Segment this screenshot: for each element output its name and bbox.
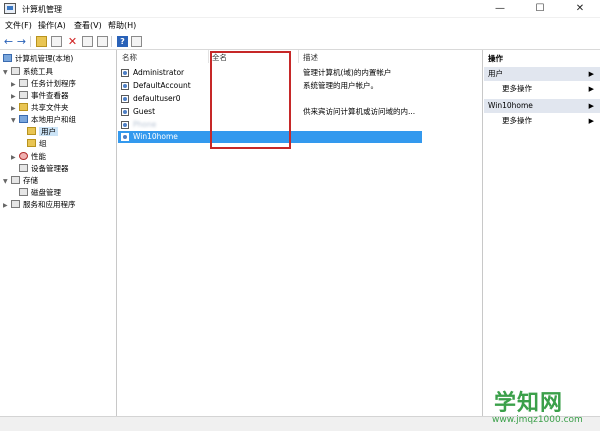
tree-item-users[interactable]: 用户 xyxy=(27,126,58,138)
user-icon xyxy=(121,95,129,103)
user-icon xyxy=(121,82,129,90)
users-icon xyxy=(19,115,28,123)
column-header-description[interactable]: 描述 xyxy=(303,52,318,63)
action-more-actions-win10home[interactable]: 更多操作 xyxy=(502,115,532,127)
toolbar-separator xyxy=(111,36,112,47)
watermark-logo-text: 学知网 xyxy=(494,391,564,416)
user-icon xyxy=(121,108,129,116)
clock-icon xyxy=(19,79,28,87)
title-bar: 计算机管理 — ☐ ✕ xyxy=(0,0,600,18)
action-more-actions-users[interactable]: 更多操作 xyxy=(502,83,532,95)
menu-file[interactable]: 文件(F) xyxy=(5,20,32,31)
back-arrow-icon[interactable]: ← xyxy=(3,36,14,47)
fullname-highlight-box xyxy=(210,51,291,149)
tree-item-services-applications[interactable]: ▶ 服务和应用程序 xyxy=(3,199,76,211)
collapse-chevron-icon[interactable]: ▼ xyxy=(3,67,11,79)
delete-icon[interactable]: ✕ xyxy=(67,36,78,47)
collapse-arrow-icon[interactable]: ▶ xyxy=(589,67,594,81)
export-list-icon[interactable] xyxy=(131,36,142,47)
column-separator[interactable] xyxy=(208,50,209,63)
storage-icon xyxy=(11,176,20,184)
column-header-name[interactable]: 名称 xyxy=(122,52,137,63)
folder-icon xyxy=(27,127,36,135)
show-hide-tree-icon[interactable] xyxy=(51,36,62,47)
properties-icon[interactable] xyxy=(82,36,93,47)
expand-chevron-icon[interactable]: ▶ xyxy=(3,200,11,212)
collapse-chevron-icon[interactable]: ▼ xyxy=(3,176,11,188)
navigation-tree: 计算机管理(本地) ▼ 系统工具 ▶ 任务计划程序 ▶ 事件查看器 ▶ 共享文件夹 ▼ 本… xyxy=(0,50,117,416)
event-log-icon xyxy=(19,91,28,99)
actions-title: 操作 xyxy=(488,54,503,63)
computer-management-icon xyxy=(4,3,16,14)
toolbar-separator xyxy=(30,36,31,47)
help-icon[interactable]: ? xyxy=(117,36,128,47)
submenu-arrow-icon[interactable]: ▶ xyxy=(589,115,594,127)
forward-arrow-icon[interactable]: → xyxy=(16,36,27,47)
site-watermark: 学知网 www.jmqz1000.com xyxy=(480,385,600,431)
tree-item-local-users-groups[interactable]: ▼ 本地用户和组 xyxy=(11,114,76,126)
actions-pane: 操作 用户 ▶ 更多操作 ▶ Win10home ▶ 更多操作 ▶ xyxy=(484,50,600,416)
actions-section-win10home[interactable]: Win10home ▶ xyxy=(484,99,600,113)
tree-item-disk-management[interactable]: 磁盘管理 xyxy=(19,187,61,199)
collapse-arrow-icon[interactable]: ▶ xyxy=(589,99,594,113)
tree-item-event-viewer[interactable]: ▶ 事件查看器 xyxy=(11,90,69,102)
tools-icon xyxy=(11,67,20,75)
tree-item-groups[interactable]: 组 xyxy=(27,138,47,150)
tree-item-task-scheduler[interactable]: ▶ 任务计划程序 xyxy=(11,78,76,90)
performance-icon xyxy=(19,152,28,160)
user-icon xyxy=(121,69,129,77)
watermark-url: www.jmqz1000.com xyxy=(492,415,583,425)
user-icon xyxy=(121,121,129,129)
services-icon xyxy=(11,200,20,208)
minimize-button[interactable]: — xyxy=(480,0,520,18)
tree-item-device-manager[interactable]: 设备管理器 xyxy=(19,163,69,175)
disk-icon xyxy=(19,188,28,196)
toolbar: ← → ✕ ? xyxy=(0,33,600,50)
menu-view[interactable]: 查看(V) xyxy=(74,20,102,31)
device-manager-icon xyxy=(19,164,28,172)
column-separator[interactable] xyxy=(298,50,299,63)
shared-folder-icon xyxy=(19,103,28,111)
expand-chevron-icon[interactable]: ▶ xyxy=(11,152,19,164)
menu-bar: 文件(F) 操作(A) 查看(V) 帮助(H) xyxy=(0,18,600,33)
menu-help[interactable]: 帮助(H) xyxy=(108,20,136,31)
tree-item-performance[interactable]: ▶ 性能 xyxy=(11,151,46,163)
folder-icon xyxy=(27,139,36,147)
tree-item-system-tools[interactable]: ▼ 系统工具 xyxy=(3,66,53,78)
window-title: 计算机管理 xyxy=(22,5,62,14)
collapse-chevron-icon[interactable]: ▼ xyxy=(11,115,19,127)
refresh-icon[interactable] xyxy=(97,36,108,47)
tree-item-shared-folders[interactable]: ▶ 共享文件夹 xyxy=(11,102,69,114)
submenu-arrow-icon[interactable]: ▶ xyxy=(589,83,594,95)
tree-item-storage[interactable]: ▼ 存储 xyxy=(3,175,38,187)
close-button[interactable]: ✕ xyxy=(560,0,600,18)
menu-action[interactable]: 操作(A) xyxy=(38,20,66,31)
up-folder-icon[interactable] xyxy=(36,36,47,47)
user-icon xyxy=(121,133,129,141)
computer-icon xyxy=(3,54,12,62)
user-list-pane: 名称 全名 描述 Administrator 管理计算机(域)的内置帐户 Def… xyxy=(118,50,483,416)
tree-item-computer-management[interactable]: 计算机管理(本地) xyxy=(3,53,73,65)
maximize-button[interactable]: ☐ xyxy=(520,0,560,18)
actions-section-users[interactable]: 用户 ▶ xyxy=(484,67,600,81)
